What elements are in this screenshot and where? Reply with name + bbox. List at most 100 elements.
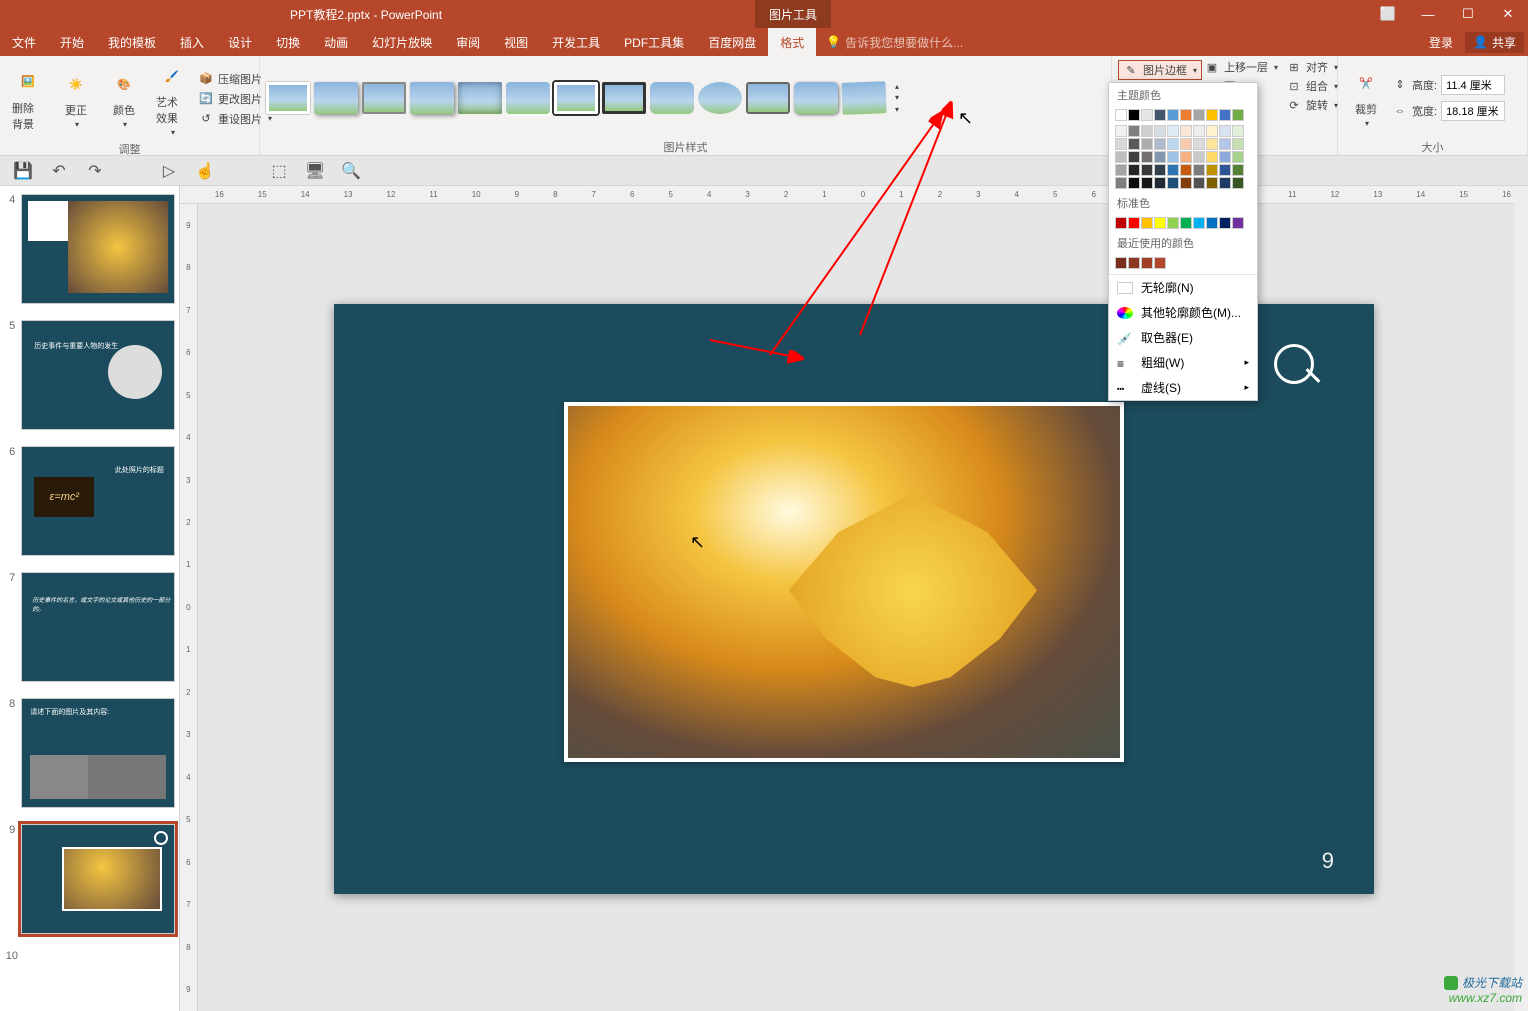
color-swatch[interactable]: [1193, 138, 1205, 150]
color-swatch[interactable]: [1232, 177, 1244, 189]
color-swatch[interactable]: [1154, 109, 1166, 121]
color-swatch[interactable]: [1193, 151, 1205, 163]
group-button[interactable]: ⊡组合▾: [1286, 77, 1338, 95]
qat-button[interactable]: 🖥: [306, 162, 324, 180]
tab-pdftools[interactable]: PDF工具集: [612, 28, 696, 56]
slide-thumbnail[interactable]: 历史事件与重要人物的发生: [21, 320, 175, 430]
color-swatch[interactable]: [1154, 177, 1166, 189]
tab-design[interactable]: 设计: [216, 28, 264, 56]
color-swatch[interactable]: [1154, 138, 1166, 150]
color-swatch[interactable]: [1128, 257, 1140, 269]
slide-thumbnail[interactable]: 历史事件的名言，或文字的论文或其他历史的一部分的。: [21, 572, 175, 682]
color-swatch[interactable]: [1219, 109, 1231, 121]
color-swatch[interactable]: [1167, 138, 1179, 150]
color-swatch[interactable]: [1167, 177, 1179, 189]
color-swatch[interactable]: [1167, 164, 1179, 176]
selected-picture[interactable]: [564, 402, 1124, 762]
picture-style-item[interactable]: [602, 82, 646, 114]
align-button[interactable]: ⊞对齐▾: [1286, 58, 1338, 76]
color-swatch[interactable]: [1115, 125, 1127, 137]
tab-insert[interactable]: 插入: [168, 28, 216, 56]
color-swatch[interactable]: [1219, 177, 1231, 189]
color-swatch[interactable]: [1128, 151, 1140, 163]
color-swatch[interactable]: [1154, 164, 1166, 176]
color-swatch[interactable]: [1128, 177, 1140, 189]
color-swatch[interactable]: [1206, 151, 1218, 163]
color-swatch[interactable]: [1206, 164, 1218, 176]
undo-button[interactable]: ↶: [50, 162, 68, 180]
color-swatch[interactable]: [1141, 217, 1153, 229]
color-swatch[interactable]: [1141, 151, 1153, 163]
weight-submenu[interactable]: ≡粗细(W)▸: [1109, 350, 1257, 375]
tab-home[interactable]: 开始: [48, 28, 96, 56]
color-swatch[interactable]: [1128, 138, 1140, 150]
color-swatch[interactable]: [1115, 217, 1127, 229]
tab-file[interactable]: 文件: [0, 28, 48, 56]
color-swatch[interactable]: [1141, 109, 1153, 121]
tell-me-box[interactable]: 💡 告诉我您想要做什么...: [826, 34, 963, 51]
color-swatch[interactable]: [1180, 217, 1192, 229]
bring-forward-button[interactable]: ▣上移一层▾: [1204, 58, 1278, 76]
ribbon-display-icon[interactable]: ⬜: [1368, 0, 1408, 28]
color-swatch[interactable]: [1141, 164, 1153, 176]
redo-button[interactable]: ↷: [86, 162, 104, 180]
color-swatch[interactable]: [1193, 217, 1205, 229]
color-swatch[interactable]: [1232, 151, 1244, 163]
color-swatch[interactable]: [1219, 164, 1231, 176]
slide-thumbnail[interactable]: ε=mc²此处照片的标题: [21, 446, 175, 556]
color-swatch[interactable]: [1232, 125, 1244, 137]
crop-button[interactable]: ✂️ 裁剪 ▾: [1344, 65, 1388, 130]
rotate-button[interactable]: ⟳旋转▾: [1286, 96, 1338, 114]
color-swatch[interactable]: [1193, 109, 1205, 121]
color-swatch[interactable]: [1128, 125, 1140, 137]
height-input[interactable]: [1441, 75, 1505, 95]
color-swatch[interactable]: [1193, 125, 1205, 137]
color-swatch[interactable]: [1141, 138, 1153, 150]
color-swatch[interactable]: [1167, 217, 1179, 229]
color-swatch[interactable]: [1180, 109, 1192, 121]
color-swatch[interactable]: [1154, 217, 1166, 229]
maximize-button[interactable]: ☐: [1448, 0, 1488, 28]
save-button[interactable]: 💾: [14, 162, 32, 180]
color-swatch[interactable]: [1115, 151, 1127, 163]
slide-thumbnail-active[interactable]: [21, 824, 175, 934]
color-swatch[interactable]: [1206, 177, 1218, 189]
tab-review[interactable]: 审阅: [444, 28, 492, 56]
tab-slideshow[interactable]: 幻灯片放映: [360, 28, 444, 56]
tab-animations[interactable]: 动画: [312, 28, 360, 56]
color-swatch[interactable]: [1219, 151, 1231, 163]
color-swatch[interactable]: [1206, 125, 1218, 137]
tab-transitions[interactable]: 切换: [264, 28, 312, 56]
slide-thumbnail[interactable]: 请述下面的图片及其内容:: [21, 698, 175, 808]
picture-style-item[interactable]: [698, 82, 742, 114]
color-swatch[interactable]: [1141, 177, 1153, 189]
color-swatch[interactable]: [1128, 164, 1140, 176]
picture-style-item[interactable]: [554, 82, 598, 114]
color-swatch[interactable]: [1180, 138, 1192, 150]
color-swatch[interactable]: [1232, 109, 1244, 121]
color-swatch[interactable]: [1193, 177, 1205, 189]
color-swatch[interactable]: [1128, 217, 1140, 229]
color-swatch[interactable]: [1219, 217, 1231, 229]
picture-style-item[interactable]: [266, 82, 310, 114]
color-swatch[interactable]: [1180, 164, 1192, 176]
color-swatch[interactable]: [1167, 125, 1179, 137]
color-swatch[interactable]: [1167, 151, 1179, 163]
tab-view[interactable]: 视图: [492, 28, 540, 56]
color-swatch[interactable]: [1219, 138, 1231, 150]
color-swatch[interactable]: [1219, 125, 1231, 137]
picture-style-item[interactable]: [650, 82, 694, 114]
color-swatch[interactable]: [1232, 164, 1244, 176]
picture-border-button[interactable]: ✎ 图片边框 ▾: [1118, 60, 1202, 80]
dashes-submenu[interactable]: ┅虚线(S)▸: [1109, 375, 1257, 400]
width-input[interactable]: [1441, 101, 1505, 121]
color-swatch[interactable]: [1206, 109, 1218, 121]
color-swatch[interactable]: [1180, 151, 1192, 163]
color-swatch[interactable]: [1206, 138, 1218, 150]
color-swatch[interactable]: [1193, 164, 1205, 176]
picture-style-item[interactable]: [362, 82, 406, 114]
color-swatch[interactable]: [1128, 109, 1140, 121]
gallery-more-button[interactable]: ▴ ▾ ▾: [890, 82, 904, 114]
color-swatch[interactable]: [1115, 257, 1127, 269]
color-swatch[interactable]: [1154, 125, 1166, 137]
